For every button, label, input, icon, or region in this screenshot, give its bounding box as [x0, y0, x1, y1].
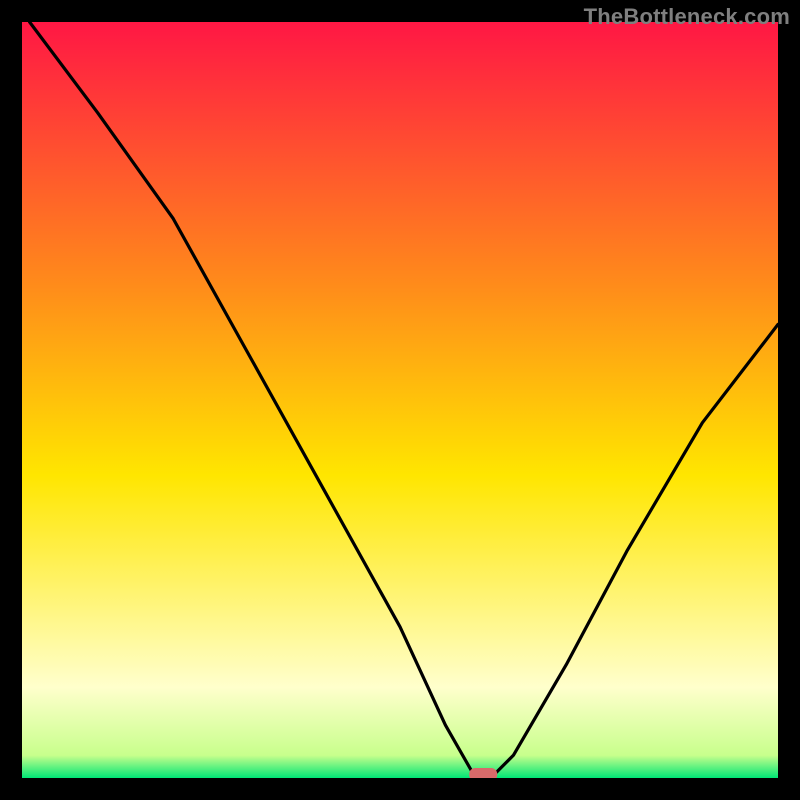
optimal-marker [469, 768, 497, 778]
watermark-label: TheBottleneck.com [584, 4, 790, 30]
chart-frame: TheBottleneck.com [0, 0, 800, 800]
bottleneck-chart [22, 22, 778, 778]
plot-area [22, 22, 778, 778]
gradient-background [22, 22, 778, 778]
